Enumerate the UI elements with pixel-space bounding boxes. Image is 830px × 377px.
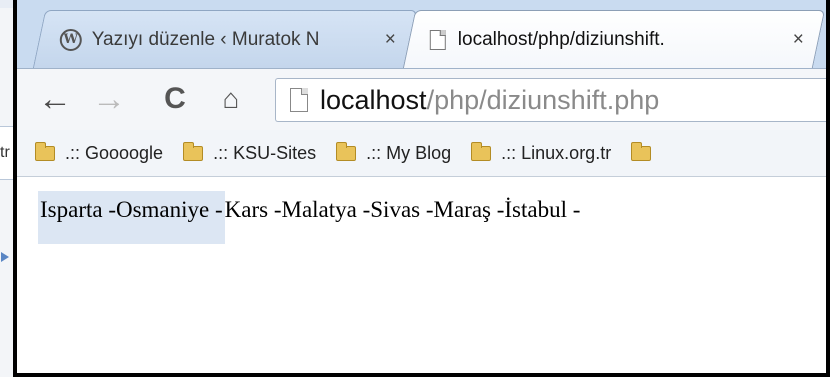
bookmark-linux-org-tr[interactable]: .:: Linux.org.tr — [471, 141, 612, 164]
page-content: Isparta -Osmaniye -Kars -Malatya -Sivas … — [17, 177, 826, 373]
bookmark-label: .:: My Blog — [366, 142, 452, 163]
bookmarks-bar: .:: Goooogle .:: KSU-Sites .:: My Blog .… — [17, 130, 826, 177]
selected-text: Isparta -Osmaniye - — [38, 191, 225, 244]
output-text: Isparta -Osmaniye -Kars -Malatya -Sivas … — [38, 191, 581, 244]
folder-icon — [631, 141, 652, 161]
tab-localhost[interactable]: localhost/php/diziunshift. × — [402, 10, 826, 68]
bookmark-label: .:: KSU-Sites — [213, 142, 317, 163]
home-button[interactable]: ⌂ — [213, 79, 249, 119]
browser-window: W Yazıyı düzenle ‹ Muratok N × localhost… — [13, 0, 830, 377]
page-icon — [429, 29, 446, 50]
bookmark-gooogle[interactable]: .:: Goooogle — [35, 141, 164, 164]
forward-button[interactable]: → — [91, 79, 127, 119]
toolbar: ← → C ⌂ localhost/php/diziunshift.php — [17, 68, 826, 131]
address-bar[interactable]: localhost/php/diziunshift.php — [275, 78, 826, 122]
url-host: localhost — [320, 84, 427, 115]
folder-icon — [336, 141, 357, 161]
tab-strip: W Yazıyı düzenle ‹ Muratok N × localhost… — [17, 0, 826, 68]
remaining-text: Kars -Malatya -Sivas -Maraş -İstabul - — [224, 197, 581, 222]
bookmark-my-blog[interactable]: .:: My Blog — [336, 141, 452, 164]
bookmark-overflow[interactable] — [631, 141, 661, 161]
close-icon[interactable]: × — [385, 29, 396, 51]
folder-icon — [35, 141, 55, 161]
close-icon[interactable]: × — [793, 29, 804, 51]
back-button[interactable]: ← — [37, 79, 73, 119]
tab-title: Yazıyı düzenle ‹ Muratok N — [91, 28, 320, 50]
reload-button[interactable]: C — [157, 79, 193, 119]
bookmark-ksu-sites[interactable]: .:: KSU-Sites — [183, 141, 317, 164]
wordpress-icon: W — [59, 28, 82, 51]
bookmark-label: .:: Linux.org.tr — [501, 142, 612, 163]
page-icon — [290, 88, 308, 112]
url-path: /php/diziunshift.php — [426, 84, 660, 115]
tab-title: localhost/php/diziunshift. — [457, 28, 665, 50]
background-arrow-icon — [1, 252, 9, 262]
folder-icon — [183, 141, 204, 161]
bookmark-label: .:: Goooogle — [65, 142, 164, 163]
background-field-text: tr — [0, 144, 10, 161]
folder-icon — [471, 141, 492, 161]
tab-wordpress-edit[interactable]: W Yazıyı düzenle ‹ Muratok N × — [32, 10, 418, 68]
